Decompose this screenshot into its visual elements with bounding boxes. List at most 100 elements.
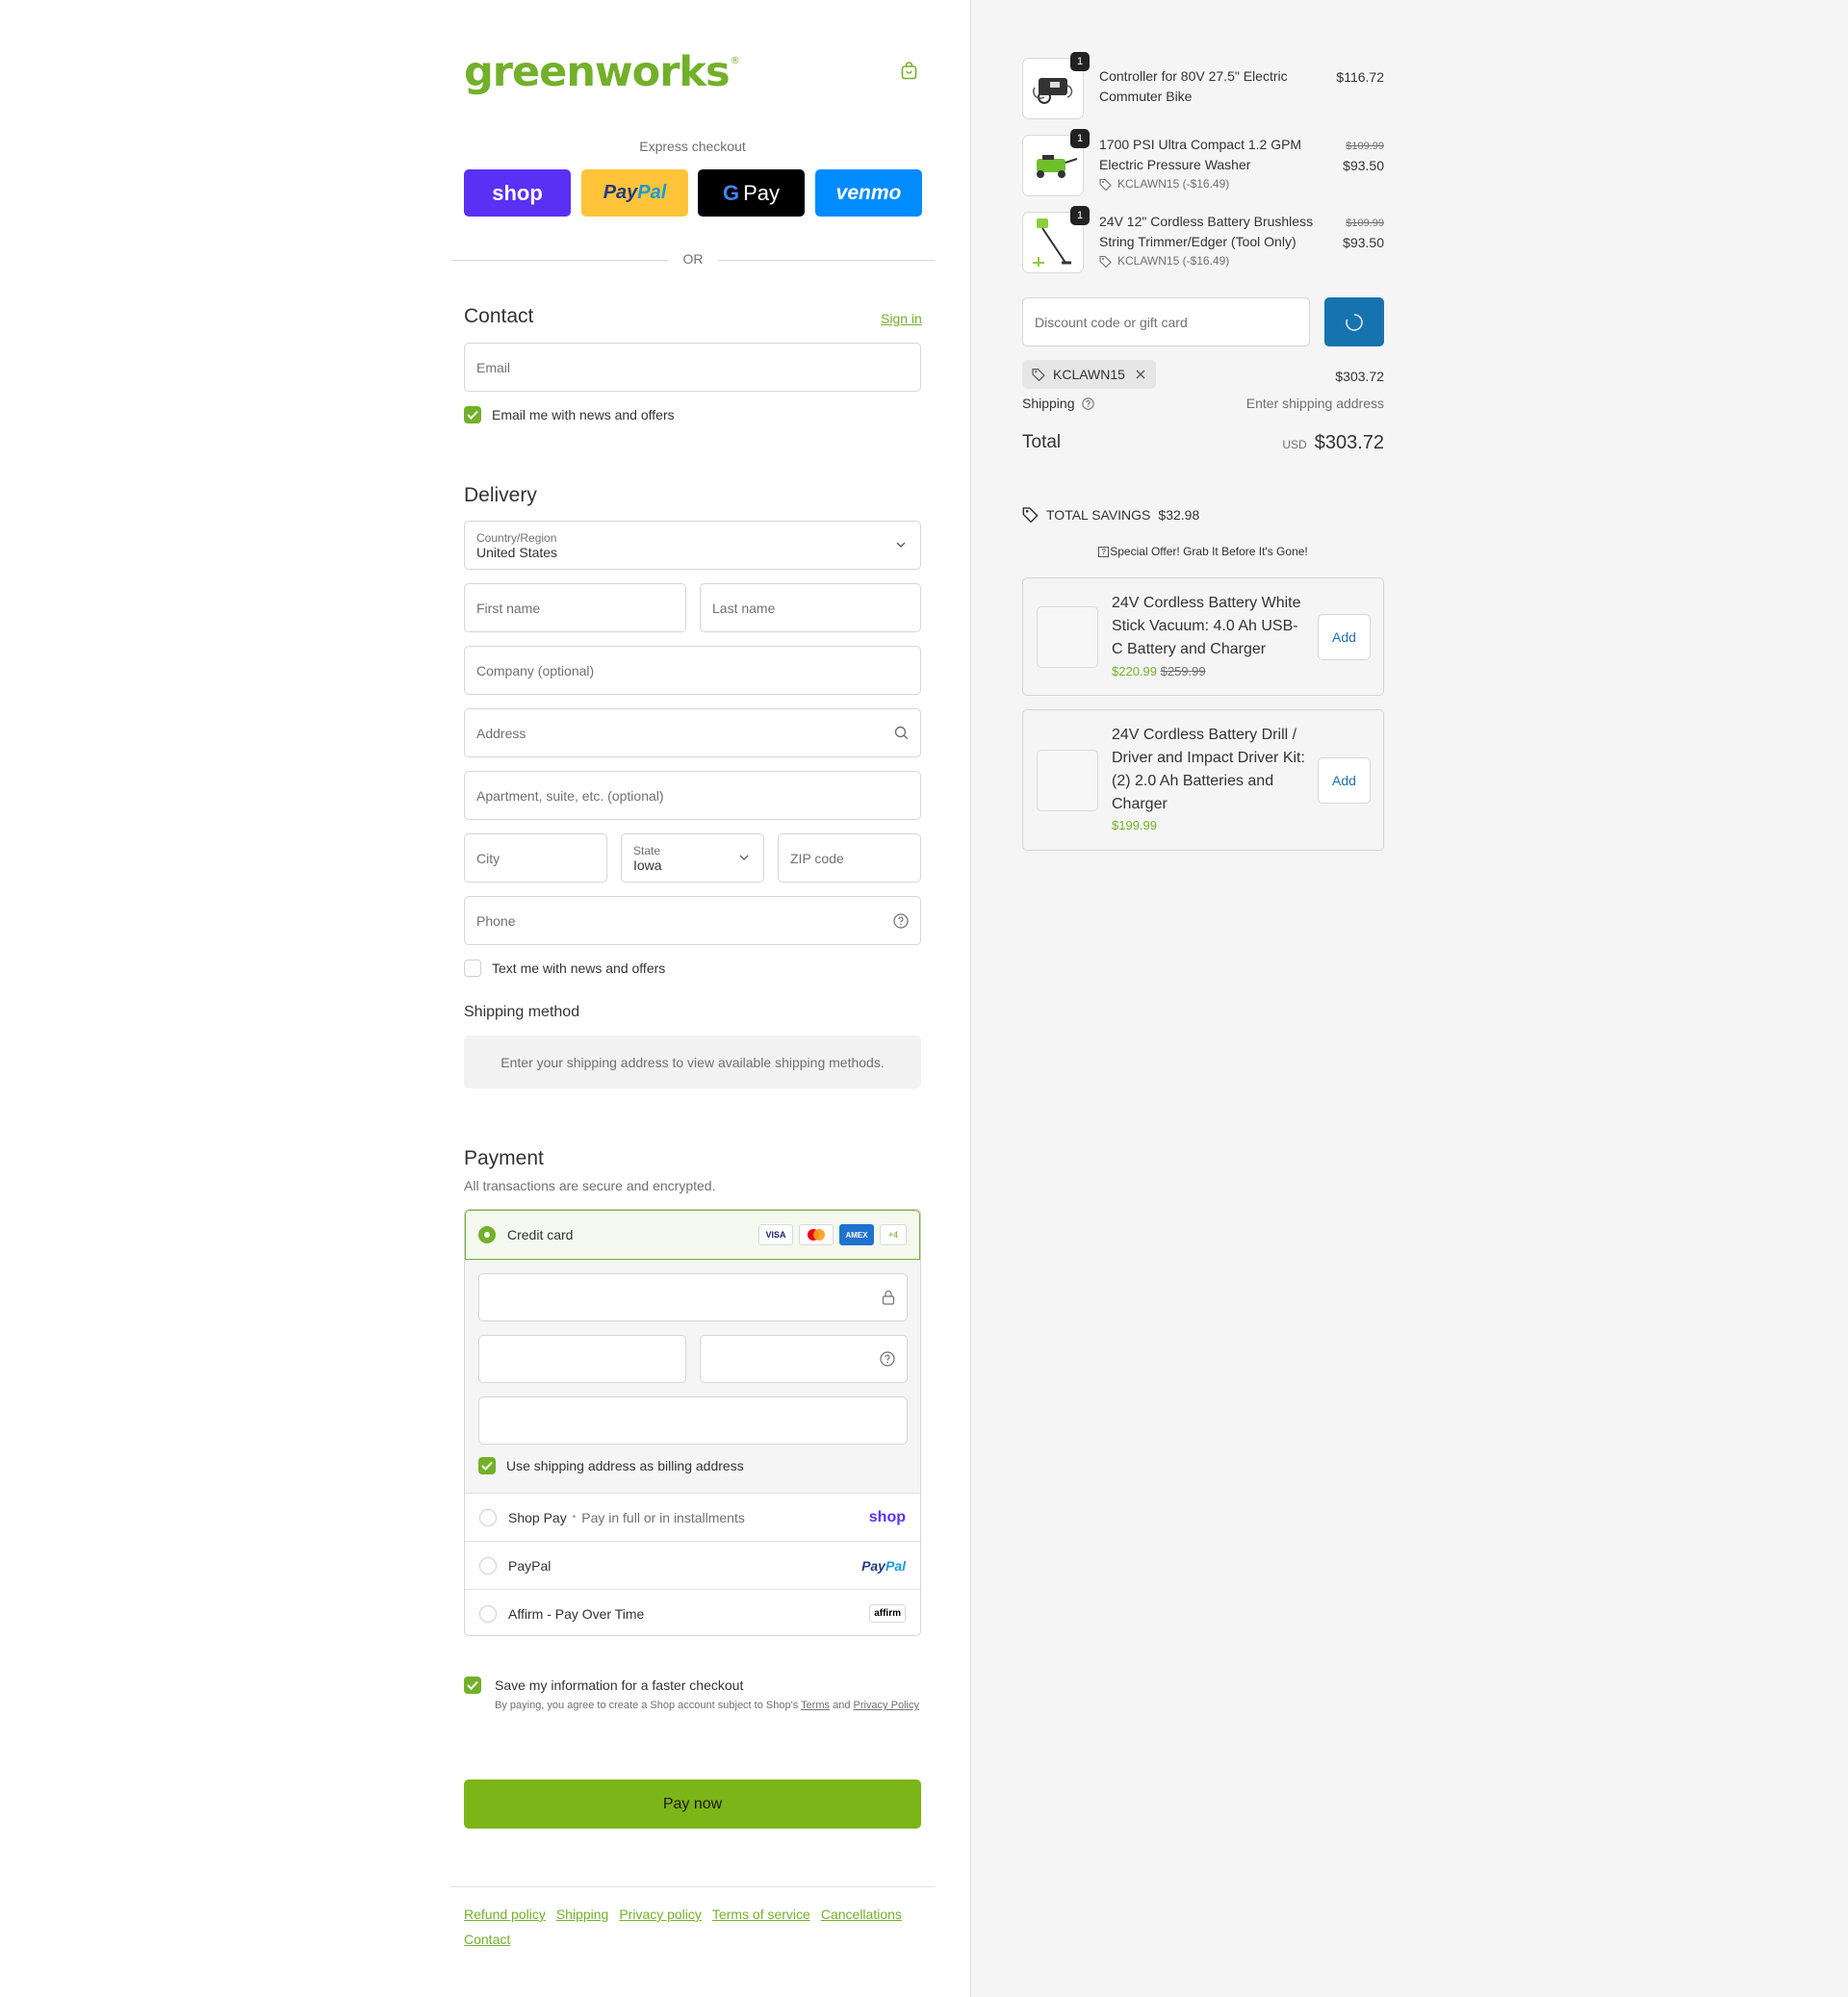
- cart-item-price: $93.50: [1343, 235, 1384, 250]
- applied-discount-chip: KCLAWN15: [1022, 360, 1156, 389]
- company-field[interactable]: Company (optional): [464, 646, 921, 695]
- affirm-radio[interactable]: [479, 1604, 497, 1623]
- google-pay-express-button[interactable]: G Pay: [698, 169, 805, 217]
- google-pay-label: Pay: [743, 180, 781, 205]
- recommendation-image: [1037, 606, 1098, 668]
- terms-of-service-link[interactable]: Terms of service: [712, 1907, 810, 1922]
- card-fields-panel: Use shipping address as billing address: [465, 1260, 920, 1493]
- shop-pay-logo: shop: [492, 180, 543, 205]
- more-cards-label: +4: [887, 1230, 899, 1240]
- help-icon[interactable]: [880, 1351, 895, 1367]
- email-news-label: Email me with news and offers: [492, 407, 675, 422]
- check-icon: [467, 1680, 478, 1690]
- subtotal-value: $303.72: [1335, 369, 1384, 384]
- email-news-checkbox[interactable]: [464, 406, 481, 423]
- text-news-label: Text me with news and offers: [492, 960, 666, 976]
- email-placeholder: Email: [476, 359, 511, 375]
- amex-icon: AMEX: [839, 1224, 874, 1245]
- address-field[interactable]: Address: [464, 708, 921, 757]
- pay-now-button[interactable]: Pay now: [464, 1779, 921, 1829]
- apply-discount-button[interactable]: [1324, 297, 1384, 346]
- security-code-field[interactable]: [700, 1335, 908, 1383]
- legal-and: and: [833, 1700, 851, 1711]
- quantity-badge: 1: [1070, 206, 1090, 225]
- amex-icon-label: AMEX: [845, 1230, 868, 1240]
- affirm-logo: affirm: [869, 1604, 906, 1623]
- loading-spinner-icon: [1346, 313, 1363, 331]
- cart-item-original-price: $109.99: [1346, 218, 1384, 229]
- help-icon[interactable]: [893, 912, 909, 929]
- save-info-checkbox[interactable]: [464, 1677, 481, 1694]
- add-recommendation-button[interactable]: Add: [1318, 757, 1371, 804]
- special-offer-banner: ? Special Offer! Grab It Before It's Gon…: [1022, 545, 1384, 558]
- affirm-option[interactable]: Affirm - Pay Over Time affirm: [465, 1589, 920, 1635]
- special-offer-text: Special Offer! Grab It Before It's Gone!: [1110, 545, 1308, 558]
- discount-code: KCLAWN15 (-$16.49): [1117, 254, 1230, 268]
- sign-in-link[interactable]: Sign in: [881, 311, 922, 326]
- privacy-policy-link[interactable]: Privacy Policy: [854, 1700, 919, 1711]
- country-label: Country/Region: [476, 530, 557, 545]
- help-icon[interactable]: [1081, 397, 1094, 410]
- shop-pay-option[interactable]: Shop Pay • Pay in full or in installment…: [465, 1493, 920, 1541]
- cart-item-discount: KCLAWN15 (-$16.49): [1099, 254, 1229, 268]
- currency-code: USD: [1282, 438, 1307, 451]
- lock-icon: [882, 1290, 895, 1305]
- google-g-icon: G: [722, 180, 740, 205]
- or-divider-left: [450, 260, 668, 261]
- phone-field[interactable]: Phone: [464, 896, 921, 945]
- shipping-method-heading: Shipping method: [464, 1004, 580, 1020]
- tag-icon: [1099, 255, 1112, 268]
- first-name-field[interactable]: First name: [464, 583, 686, 632]
- credit-card-radio[interactable]: [478, 1226, 496, 1243]
- privacy-policy-link[interactable]: Privacy policy: [619, 1907, 702, 1922]
- card-number-field[interactable]: [478, 1273, 908, 1321]
- terms-link[interactable]: Terms: [801, 1700, 830, 1711]
- discount-code-input[interactable]: Discount code or gift card: [1022, 297, 1310, 346]
- name-on-card-field[interactable]: [478, 1396, 908, 1445]
- paypal-radio[interactable]: [479, 1556, 497, 1575]
- cart-bag-icon[interactable]: [901, 62, 917, 80]
- refund-policy-link[interactable]: Refund policy: [464, 1907, 546, 1922]
- country-select[interactable]: Country/Region United States: [464, 521, 921, 570]
- legal-prefix: By paying, you agree to create a Shop ac…: [495, 1700, 799, 1711]
- email-field[interactable]: Email: [464, 343, 921, 392]
- logo-text: greenworks: [464, 48, 731, 96]
- apartment-field[interactable]: Apartment, suite, etc. (optional): [464, 771, 921, 820]
- paypal-logo-pal: Pal: [637, 182, 667, 203]
- shipping-link[interactable]: Shipping: [556, 1907, 609, 1922]
- shipping-method-notice: Enter your shipping address to view avai…: [464, 1036, 921, 1088]
- total-savings-row: TOTAL SAVINGS $32.98: [1022, 506, 1199, 523]
- billing-address-checkbox[interactable]: [478, 1457, 496, 1474]
- check-icon: [467, 410, 478, 420]
- delivery-heading: Delivery: [464, 484, 537, 506]
- tag-icon: [1099, 178, 1112, 191]
- save-info-label: Save my information for a faster checkou…: [495, 1677, 744, 1693]
- state-label: State: [633, 843, 661, 858]
- city-field[interactable]: City: [464, 833, 607, 883]
- text-news-checkbox[interactable]: [464, 960, 481, 977]
- expiration-field[interactable]: [478, 1335, 686, 1383]
- applied-code: KCLAWN15: [1053, 367, 1125, 382]
- greenworks-logo[interactable]: greenworks®: [464, 48, 740, 96]
- last-name-field[interactable]: Last name: [700, 583, 921, 632]
- country-value: United States: [476, 544, 558, 560]
- shipping-value: Enter shipping address: [1245, 396, 1384, 411]
- quantity-badge: 1: [1070, 52, 1090, 71]
- express-checkout-title: Express checkout: [639, 139, 746, 154]
- venmo-express-button[interactable]: venmo: [815, 169, 922, 217]
- add-recommendation-button[interactable]: Add: [1318, 614, 1371, 660]
- zip-field[interactable]: ZIP code: [778, 833, 921, 883]
- cart-item-price: $116.72: [1336, 69, 1384, 85]
- shop-pay-express-button[interactable]: shop: [464, 169, 571, 217]
- last-name-placeholder: Last name: [712, 600, 776, 616]
- contact-link[interactable]: Contact: [464, 1932, 510, 1947]
- shop-pay-radio[interactable]: [479, 1508, 497, 1526]
- cancellations-link[interactable]: Cancellations: [821, 1907, 902, 1922]
- total-label: Total: [1022, 432, 1062, 452]
- paypal-option[interactable]: PayPal PayPal: [465, 1541, 920, 1589]
- company-placeholder: Company (optional): [476, 662, 595, 678]
- state-value: Iowa: [633, 857, 662, 873]
- close-icon[interactable]: [1135, 369, 1146, 380]
- credit-card-option[interactable]: Credit card VISA AMEX +4: [465, 1210, 920, 1260]
- paypal-express-button[interactable]: Pay Pal: [581, 169, 688, 217]
